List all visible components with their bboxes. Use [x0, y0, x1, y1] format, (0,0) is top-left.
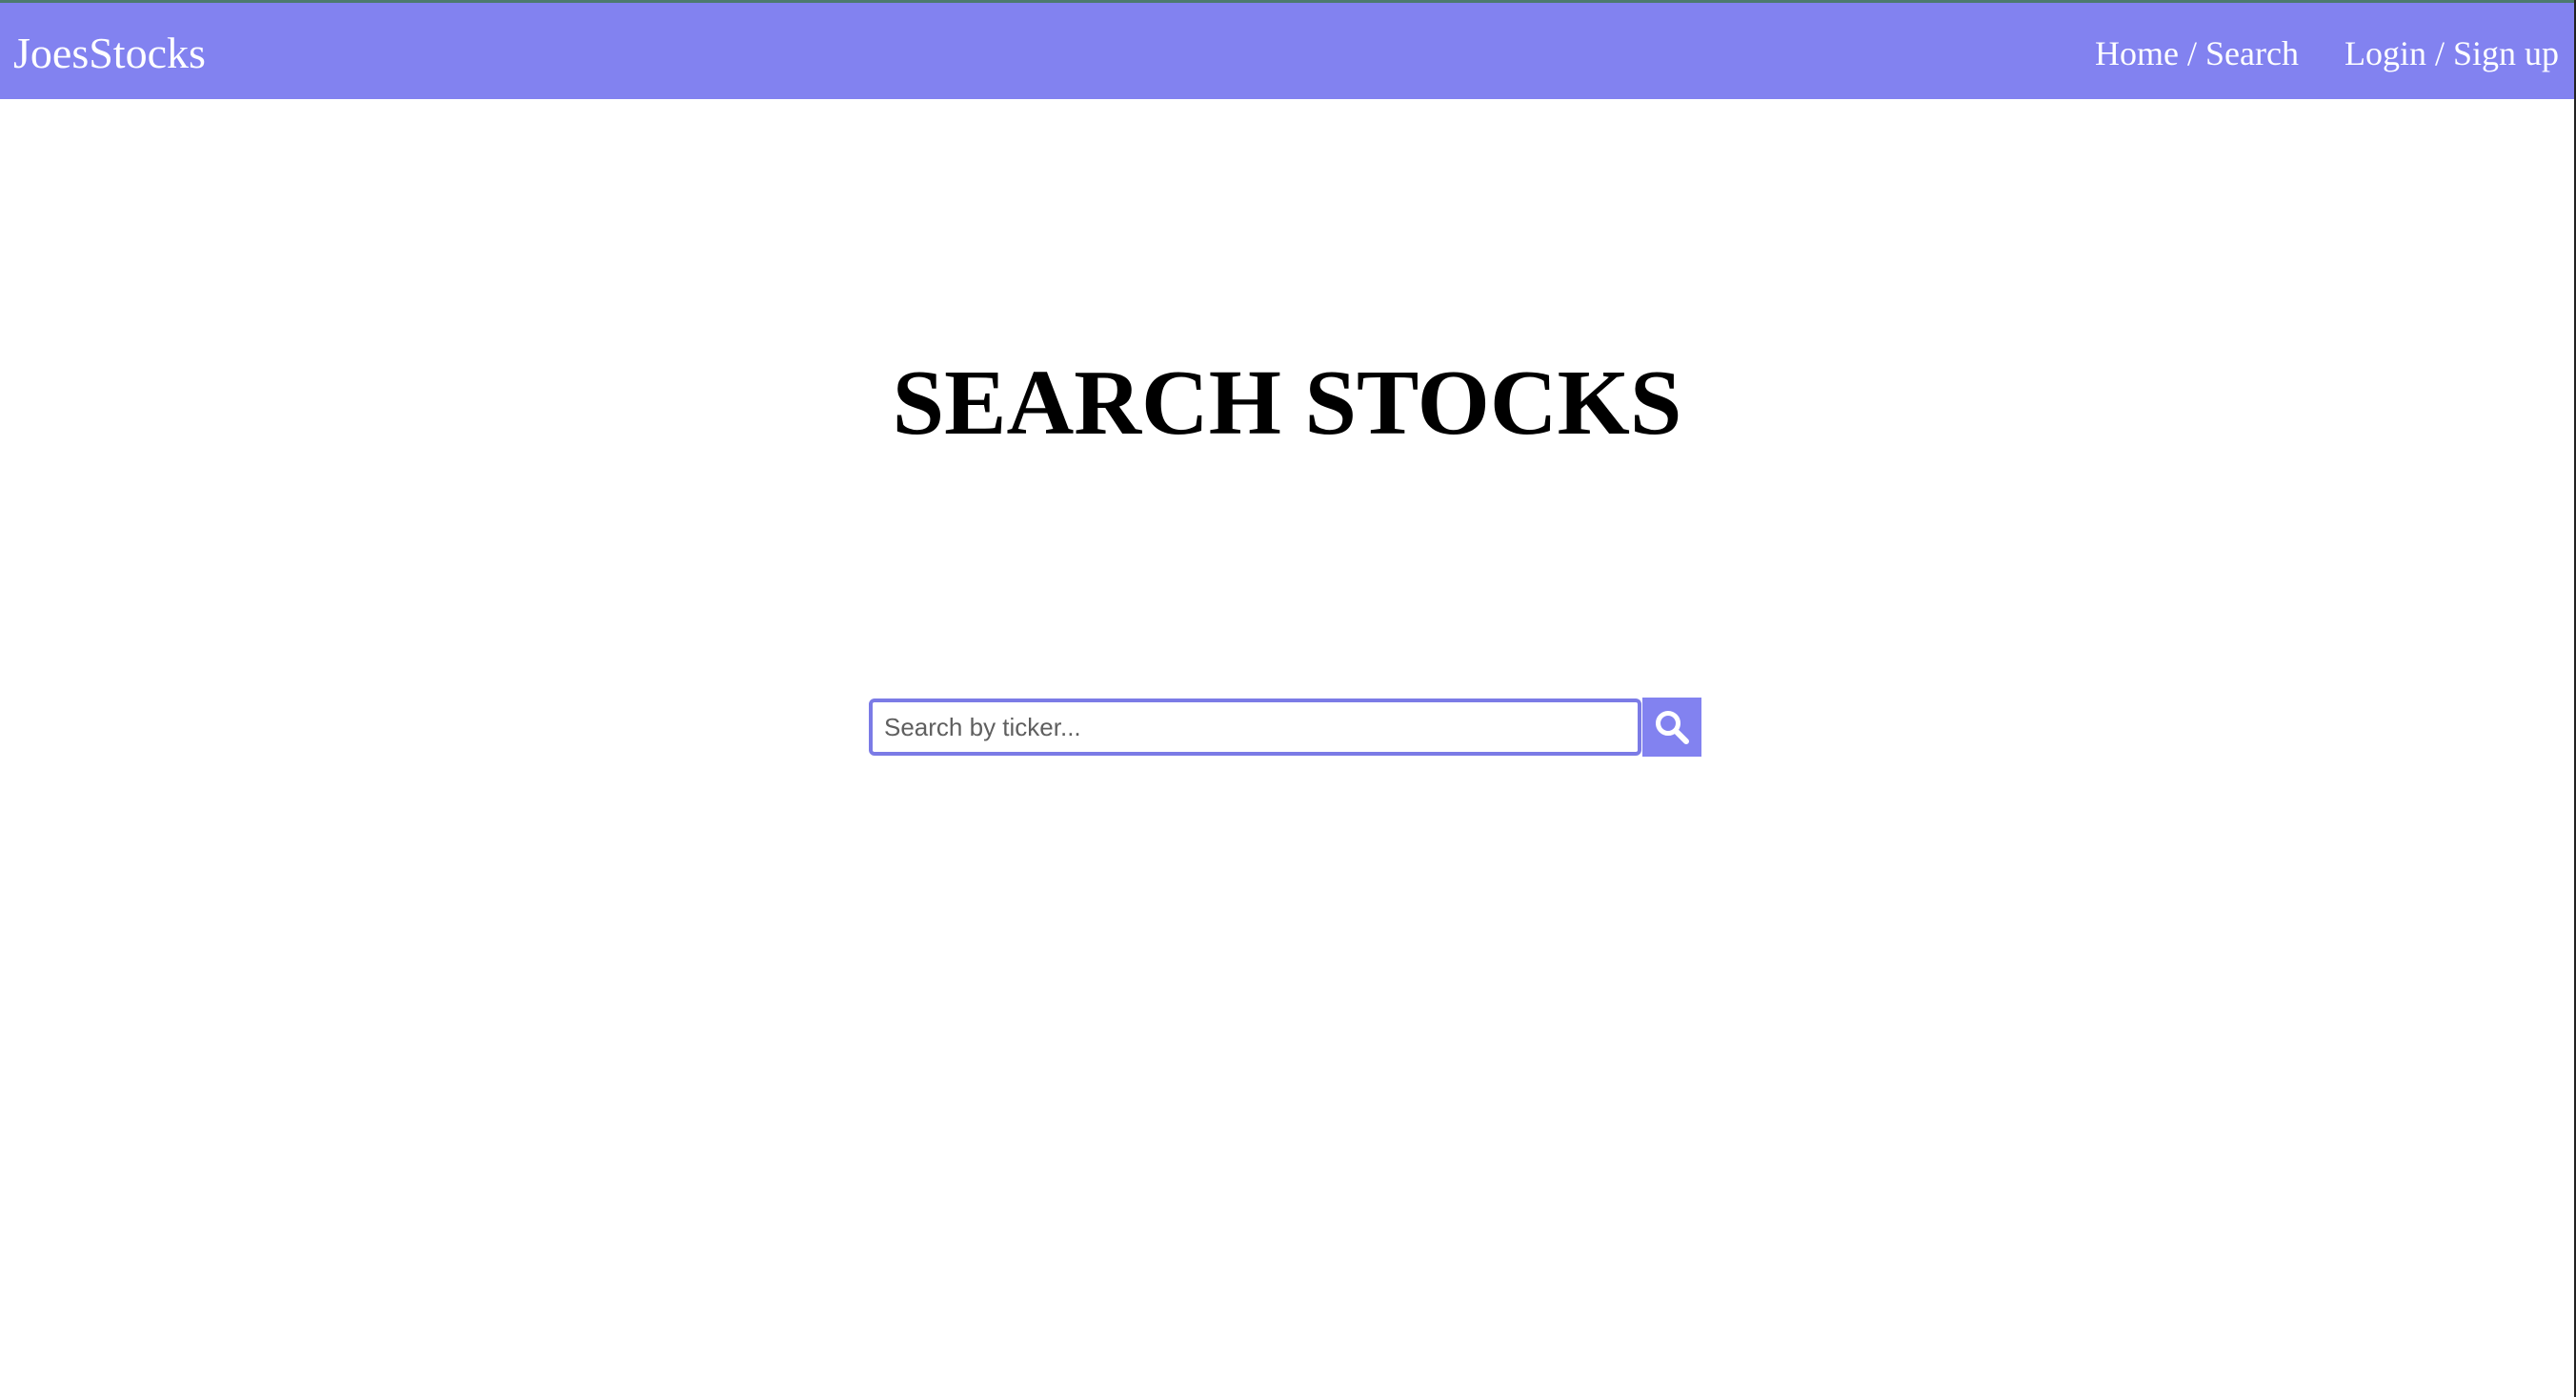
- page: JoesStocks Home / Search Login / Sign up…: [0, 0, 2576, 1397]
- nav-link-home-search[interactable]: Home / Search: [2095, 32, 2299, 71]
- top-navbar: JoesStocks Home / Search Login / Sign up: [0, 3, 2574, 99]
- search-input[interactable]: [869, 698, 1641, 756]
- search-button[interactable]: [1642, 698, 1701, 757]
- nav-links: Home / Search Login / Sign up: [2095, 32, 2559, 71]
- search-form: [869, 698, 1701, 757]
- page-title: SEARCH STOCKS: [892, 352, 1682, 455]
- search-icon: [1653, 708, 1691, 746]
- brand-logo-text[interactable]: JoesStocks: [13, 28, 206, 75]
- nav-link-login-signup[interactable]: Login / Sign up: [2345, 32, 2559, 71]
